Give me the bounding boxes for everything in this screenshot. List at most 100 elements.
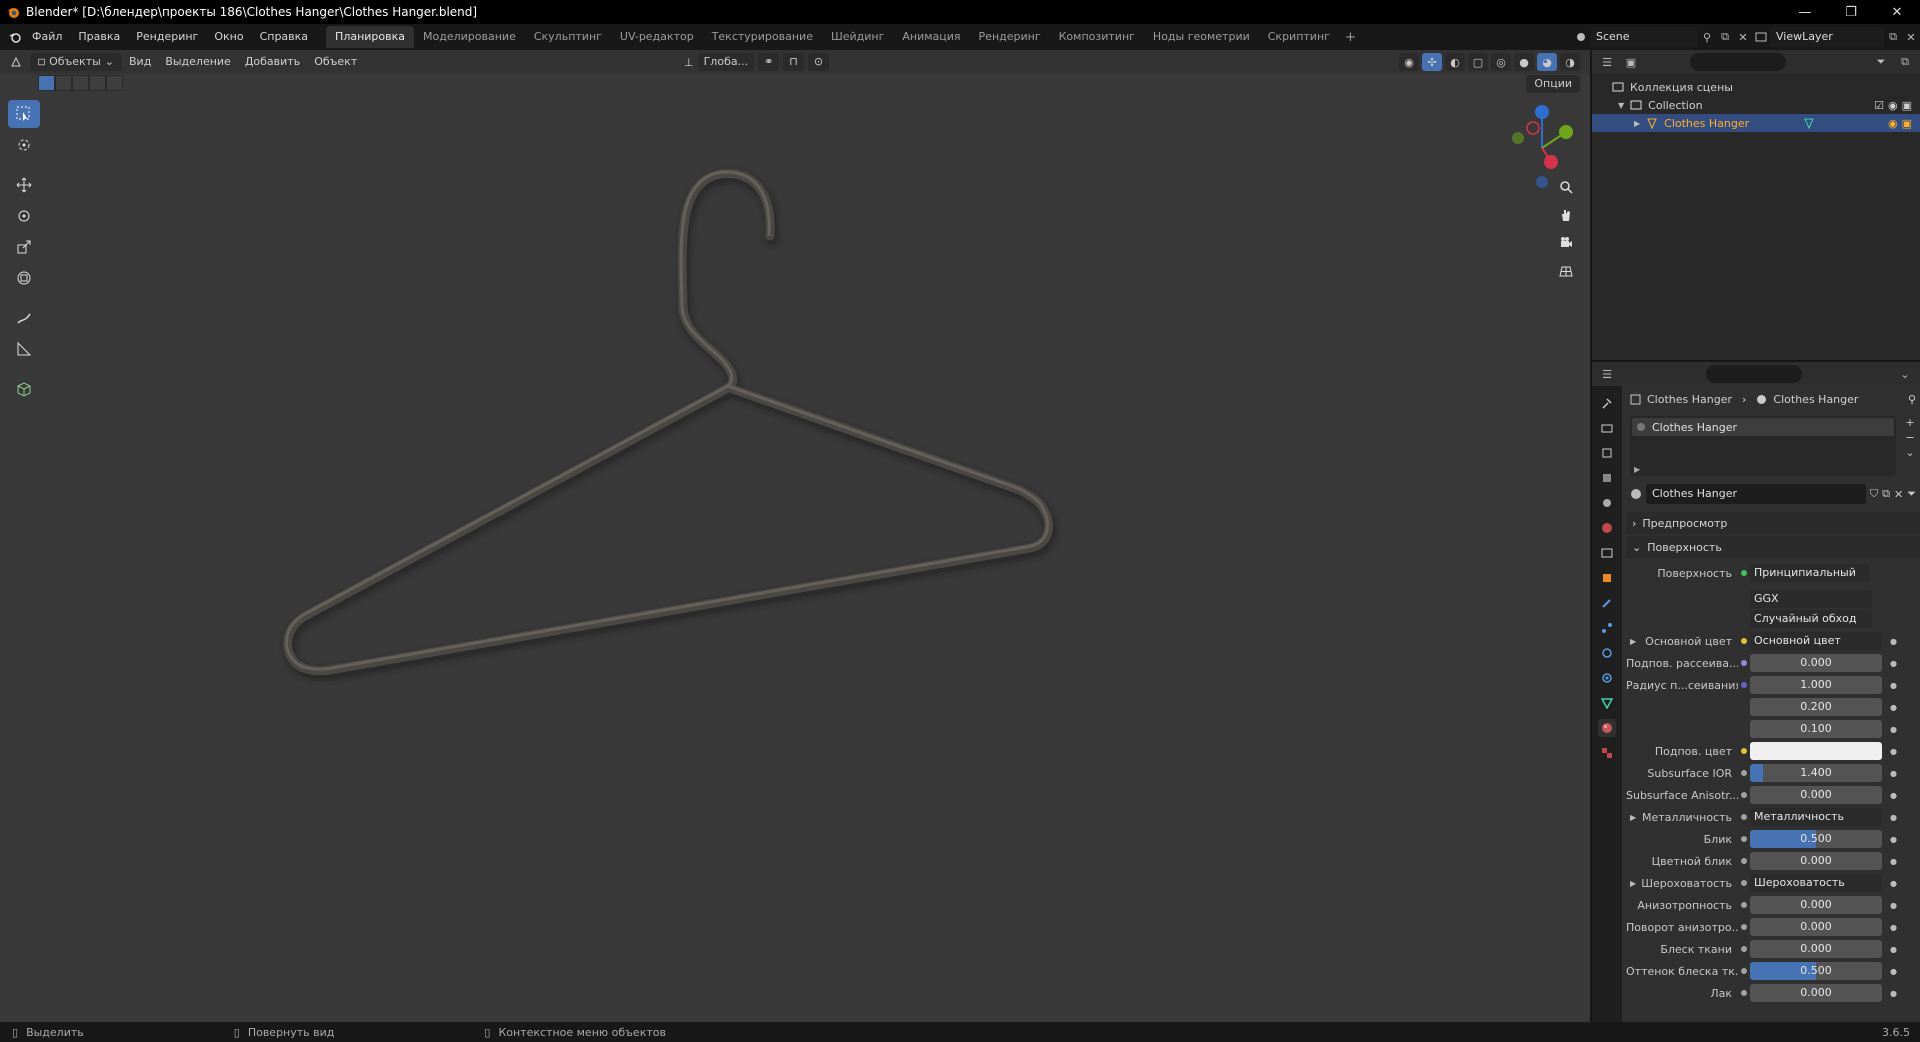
keyframe-dot-icon[interactable]: ● — [1890, 923, 1897, 932]
keyframe-dot-icon[interactable]: ● — [1890, 725, 1897, 734]
measure-tool-icon[interactable] — [8, 335, 40, 363]
tab-sculpting[interactable]: Скульптинг — [525, 26, 611, 48]
tool-tab-icon[interactable] — [1598, 394, 1616, 412]
properties-search-input[interactable] — [1706, 365, 1802, 383]
socket-icon[interactable] — [1741, 792, 1747, 798]
view-layer-icon[interactable] — [1752, 28, 1770, 46]
pin-icon[interactable]: ⚲ — [1698, 28, 1716, 46]
tab-uv-editing[interactable]: UV-редактор — [611, 26, 703, 48]
distribution-dropdown[interactable]: GGX — [1750, 590, 1872, 608]
numeric-field[interactable]: 0.200 — [1750, 698, 1882, 716]
numeric-field[interactable]: 0.000 — [1750, 940, 1882, 958]
modifier-tab-icon[interactable] — [1598, 594, 1616, 612]
keyframe-dot-icon[interactable]: ● — [1890, 901, 1897, 910]
object-tab-icon[interactable] — [1598, 569, 1616, 587]
socket-icon[interactable] — [1741, 836, 1747, 842]
pin-icon[interactable]: ⚲ — [1908, 393, 1916, 406]
mode-selector[interactable]: Объекты ⌄ — [30, 53, 122, 71]
tab-scripting[interactable]: Скриптинг — [1259, 26, 1339, 48]
unlink-material-icon[interactable]: ✕ — [1894, 488, 1903, 501]
add-cube-tool-icon[interactable] — [8, 375, 40, 403]
expand-arrow-icon[interactable]: ▶ — [1634, 465, 1640, 474]
view-layer-tab-icon[interactable] — [1598, 469, 1616, 487]
socket-icon[interactable] — [1741, 968, 1747, 974]
numeric-field[interactable]: 0.000 — [1750, 918, 1882, 936]
socket-icon[interactable] — [1741, 682, 1747, 688]
physics-tab-icon[interactable] — [1598, 644, 1616, 662]
render-camera-icon[interactable]: ▣ — [1902, 99, 1912, 112]
color-swatch[interactable] — [1750, 742, 1882, 760]
keyframe-dot-icon[interactable]: ● — [1890, 703, 1897, 712]
chevron-down-icon[interactable]: ⌄ — [1896, 365, 1914, 383]
socket-icon[interactable] — [1741, 748, 1747, 754]
outliner-collection[interactable]: ▼ Collection ☑ ◉ ▣ — [1592, 96, 1920, 114]
eye-icon[interactable]: ◉ — [1888, 99, 1898, 112]
outliner-scene-collection[interactable]: Коллекция сцены — [1592, 78, 1920, 96]
keyframe-dot-icon[interactable]: ● — [1890, 813, 1897, 822]
keyframe-dot-icon[interactable]: ● — [1890, 857, 1897, 866]
tab-rendering[interactable]: Рендеринг — [970, 26, 1050, 48]
scene-icon[interactable] — [1572, 28, 1590, 46]
remove-slot-icon[interactable]: − — [1905, 431, 1914, 444]
proportional-editing-icon[interactable]: ⊙ — [807, 53, 830, 71]
expand-arrow-icon[interactable]: ▶ — [1630, 813, 1636, 822]
keyframe-dot-icon[interactable]: ● — [1890, 967, 1897, 976]
solid-shading-icon[interactable]: ● — [1514, 53, 1534, 71]
numeric-field[interactable]: 0.100 — [1750, 720, 1882, 738]
socket-icon[interactable] — [1741, 902, 1747, 908]
select-intersect-icon[interactable] — [106, 75, 123, 91]
render-camera-icon[interactable]: ▣ — [1902, 117, 1912, 130]
xray-icon[interactable]: ▢ — [1468, 53, 1488, 71]
keyframe-dot-icon[interactable]: ● — [1890, 659, 1897, 668]
surface-shader-dropdown[interactable]: Принципиальный BSDF — [1750, 564, 1870, 582]
properties-editor-type-icon[interactable]: ☰ — [1598, 365, 1616, 383]
zoom-icon[interactable] — [1554, 176, 1578, 198]
tab-animation[interactable]: Анимация — [893, 26, 969, 48]
numeric-field[interactable]: 0.500 — [1750, 830, 1882, 848]
filter-icon[interactable]: ⏷ — [1907, 487, 1916, 501]
menu-view[interactable]: Вид — [122, 50, 158, 74]
socket-icon[interactable] — [1741, 770, 1747, 776]
select-extend-icon[interactable] — [55, 75, 72, 91]
material-tab-icon[interactable] — [1598, 719, 1616, 737]
tab-shading[interactable]: Шейдинг — [822, 26, 893, 48]
numeric-field[interactable]: 0.000 — [1750, 984, 1882, 1002]
slot-menu-icon[interactable]: ⌄ — [1905, 446, 1914, 459]
menu-window[interactable]: Окно — [206, 24, 251, 50]
outliner-editor-type-icon[interactable]: ☰ — [1598, 53, 1616, 71]
new-scene-icon[interactable]: ⧉ — [1716, 28, 1734, 46]
outliner-object-clothes-hanger[interactable]: ▶ Clothes Hanger ◉ ▣ — [1592, 114, 1920, 132]
keyframe-dot-icon[interactable]: ● — [1890, 879, 1897, 888]
fake-user-shield-icon[interactable]: ⛉ — [1870, 487, 1878, 501]
display-mode-icon[interactable]: ▣ — [1622, 53, 1640, 71]
scene-name-field[interactable]: Scene — [1590, 27, 1698, 47]
delete-view-layer-icon[interactable]: ✕ — [1902, 28, 1920, 46]
gizmo-toggle-icon[interactable]: ✣ — [1422, 53, 1442, 71]
numeric-field[interactable]: 0.000 — [1750, 896, 1882, 914]
constraints-tab-icon[interactable] — [1598, 669, 1616, 687]
add-workspace-button[interactable]: + — [1339, 30, 1362, 45]
filter-icon[interactable]: ⏷ — [1872, 53, 1890, 71]
transform-orientation-dropdown[interactable]: Глоба... — [697, 53, 755, 71]
pivot-point-icon[interactable]: ⚭ — [758, 53, 780, 71]
mesh-data-tab-icon[interactable] — [1598, 694, 1616, 712]
socket-icon[interactable] — [1741, 814, 1747, 820]
camera-icon[interactable] — [1554, 232, 1578, 254]
minimize-button[interactable]: — — [1782, 0, 1828, 24]
tab-geometry-nodes[interactable]: Ноды геометрии — [1144, 26, 1259, 48]
subsurface-method-dropdown[interactable]: Случайный обход — [1750, 610, 1872, 628]
numeric-field[interactable]: 0.500 — [1750, 962, 1882, 980]
preview-panel-header[interactable]: › Предпросмотр — [1626, 512, 1920, 534]
options-dropdown[interactable]: Опции — [1526, 75, 1580, 93]
world-tab-icon[interactable] — [1598, 519, 1616, 537]
keyframe-dot-icon[interactable]: ● — [1890, 769, 1897, 778]
linked-input-field[interactable]: Металличность — [1750, 808, 1882, 826]
socket-icon[interactable] — [1741, 924, 1747, 930]
keyframe-dot-icon[interactable]: ● — [1890, 747, 1897, 756]
keyframe-dot-icon[interactable]: ● — [1890, 791, 1897, 800]
expand-arrow-icon[interactable]: ▶ — [1630, 879, 1636, 888]
menu-select[interactable]: Выделение — [158, 50, 238, 74]
material-browse-icon[interactable] — [1630, 488, 1642, 500]
menu-object[interactable]: Объект — [307, 50, 364, 74]
linked-input-field[interactable]: Шероховатость — [1750, 874, 1882, 892]
